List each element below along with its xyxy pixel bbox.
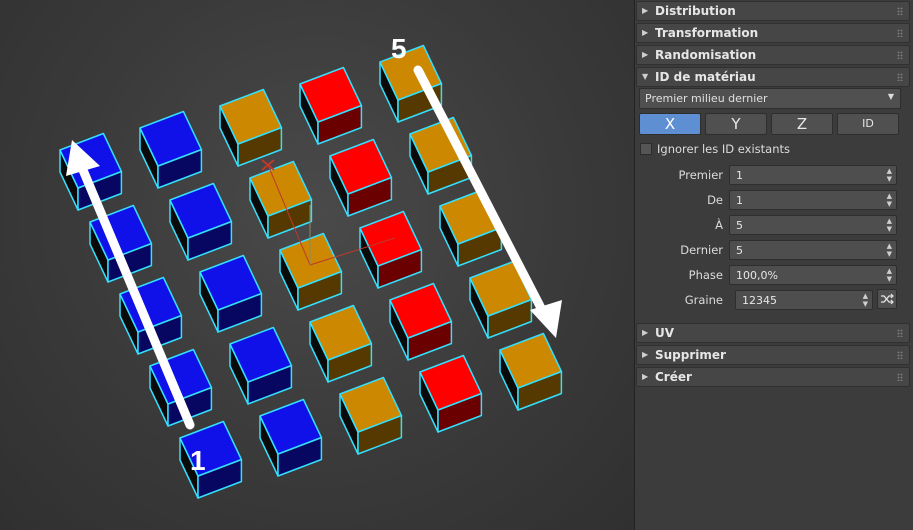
mode-dropdown[interactable]: Premier milieu dernier ▼ — [639, 88, 901, 109]
phase-spinner[interactable]: 100,0% ▲ ▼ — [729, 265, 897, 285]
a-value: 5 — [736, 219, 743, 232]
de-value: 1 — [736, 194, 743, 207]
phase-value: 100,0% — [736, 269, 778, 282]
chevron-right-icon: ▶ — [642, 50, 649, 59]
cube-orange[interactable] — [249, 160, 313, 239]
drag-handle-icon[interactable] — [897, 51, 903, 59]
cube-orange[interactable] — [339, 376, 403, 455]
chevron-right-icon: ▶ — [642, 6, 649, 15]
cube-red[interactable] — [419, 354, 483, 433]
cube-red[interactable] — [299, 66, 363, 145]
rollout-title: Distribution — [655, 4, 736, 18]
cube-blue[interactable] — [229, 326, 293, 405]
cube-red[interactable] — [389, 282, 453, 361]
dernier-spinner[interactable]: 5 ▲ ▼ — [729, 240, 897, 260]
cube-orange[interactable] — [309, 304, 373, 383]
cube-orange[interactable] — [279, 232, 343, 311]
cube-blue[interactable] — [139, 110, 203, 189]
cube-orange[interactable] — [219, 88, 283, 167]
viewport-scene[interactable]: 1 5 — [0, 0, 634, 530]
drag-handle-icon[interactable] — [897, 7, 903, 15]
rollout-randomisation[interactable]: ▶ Randomisation — [636, 45, 910, 65]
command-panel: ▶ Distribution ▶ Transformation ▶ Randomisati… — [634, 0, 913, 530]
spinner-arrows-icon[interactable]: ▲ ▼ — [863, 292, 868, 308]
chevron-right-icon: ▶ — [642, 328, 649, 337]
rollout-transformation[interactable]: ▶ Transformation — [636, 23, 910, 43]
rollout-creer[interactable]: ▶ Créer — [636, 367, 910, 387]
ignore-existing-label: Ignorer les ID existants — [657, 142, 790, 156]
rollout-id-de-materiau[interactable]: ▼ ID de matériau — [636, 67, 910, 87]
chevron-down-icon: ▼ — [887, 92, 894, 101]
premier-spinner[interactable]: 1 ▲ ▼ — [729, 165, 897, 185]
axis-x-button[interactable]: X — [639, 113, 701, 135]
mode-dropdown-value: Premier milieu dernier — [645, 92, 768, 105]
cube-orange[interactable] — [499, 332, 563, 411]
chevron-right-icon: ▶ — [642, 350, 649, 359]
end-marker-label: 5 — [391, 33, 407, 64]
graine-value: 12345 — [742, 294, 777, 307]
drag-handle-icon[interactable] — [897, 373, 903, 381]
rollout-title: Randomisation — [655, 48, 757, 62]
cube-orange[interactable] — [439, 188, 503, 267]
de-label: De — [707, 193, 723, 207]
spinner-arrows-icon[interactable]: ▲ ▼ — [887, 192, 892, 208]
dernier-value: 5 — [736, 244, 743, 257]
rollout-supprimer[interactable]: ▶ Supprimer — [636, 345, 910, 365]
premier-value: 1 — [736, 169, 743, 182]
a-label: À — [715, 218, 723, 232]
shuffle-seed-button[interactable] — [877, 289, 897, 309]
cube-blue[interactable] — [169, 182, 233, 261]
rollout-title: Supprimer — [655, 348, 726, 362]
graine-spinner[interactable]: 12345 ▲ ▼ — [735, 290, 873, 310]
shuffle-icon — [881, 293, 894, 305]
cube-orange[interactable] — [379, 44, 443, 123]
rollout-title: Créer — [655, 370, 692, 384]
chevron-right-icon: ▶ — [642, 372, 649, 381]
a-spinner[interactable]: 5 ▲ ▼ — [729, 215, 897, 235]
drag-handle-icon[interactable] — [897, 351, 903, 359]
cube-red[interactable] — [329, 138, 393, 217]
rollout-title: ID de matériau — [655, 70, 756, 84]
spinner-arrows-icon[interactable]: ▲ ▼ — [887, 242, 892, 258]
axis-z-button[interactable]: Z — [771, 113, 833, 135]
premier-label: Premier — [678, 168, 723, 182]
cube-blue[interactable] — [199, 254, 263, 333]
axis-y-button[interactable]: Y — [705, 113, 767, 135]
graine-label: Graine — [684, 293, 723, 307]
drag-handle-icon[interactable] — [897, 29, 903, 37]
drag-handle-icon[interactable] — [897, 73, 903, 81]
spinner-arrows-icon[interactable]: ▲ ▼ — [887, 217, 892, 233]
axis-id-button[interactable]: ID — [837, 113, 899, 135]
de-spinner[interactable]: 1 ▲ ▼ — [729, 190, 897, 210]
viewport[interactable]: 1 5 — [0, 0, 634, 530]
ignore-existing-checkbox[interactable] — [640, 143, 652, 155]
phase-label: Phase — [688, 268, 723, 282]
start-marker-label: 1 — [190, 445, 206, 476]
cube-blue[interactable] — [259, 398, 323, 477]
rollout-uv[interactable]: ▶ UV — [636, 323, 910, 343]
dernier-label: Dernier — [680, 243, 723, 257]
spinner-arrows-icon[interactable]: ▲ ▼ — [887, 267, 892, 283]
drag-handle-icon[interactable] — [897, 329, 903, 337]
rollout-title: Transformation — [655, 26, 759, 40]
rollout-title: UV — [655, 326, 675, 340]
chevron-down-icon: ▼ — [642, 72, 649, 81]
chevron-right-icon: ▶ — [642, 28, 649, 37]
rollout-distribution[interactable]: ▶ Distribution — [636, 1, 910, 21]
cube-red[interactable] — [359, 210, 423, 289]
spinner-arrows-icon[interactable]: ▲ ▼ — [887, 167, 892, 183]
